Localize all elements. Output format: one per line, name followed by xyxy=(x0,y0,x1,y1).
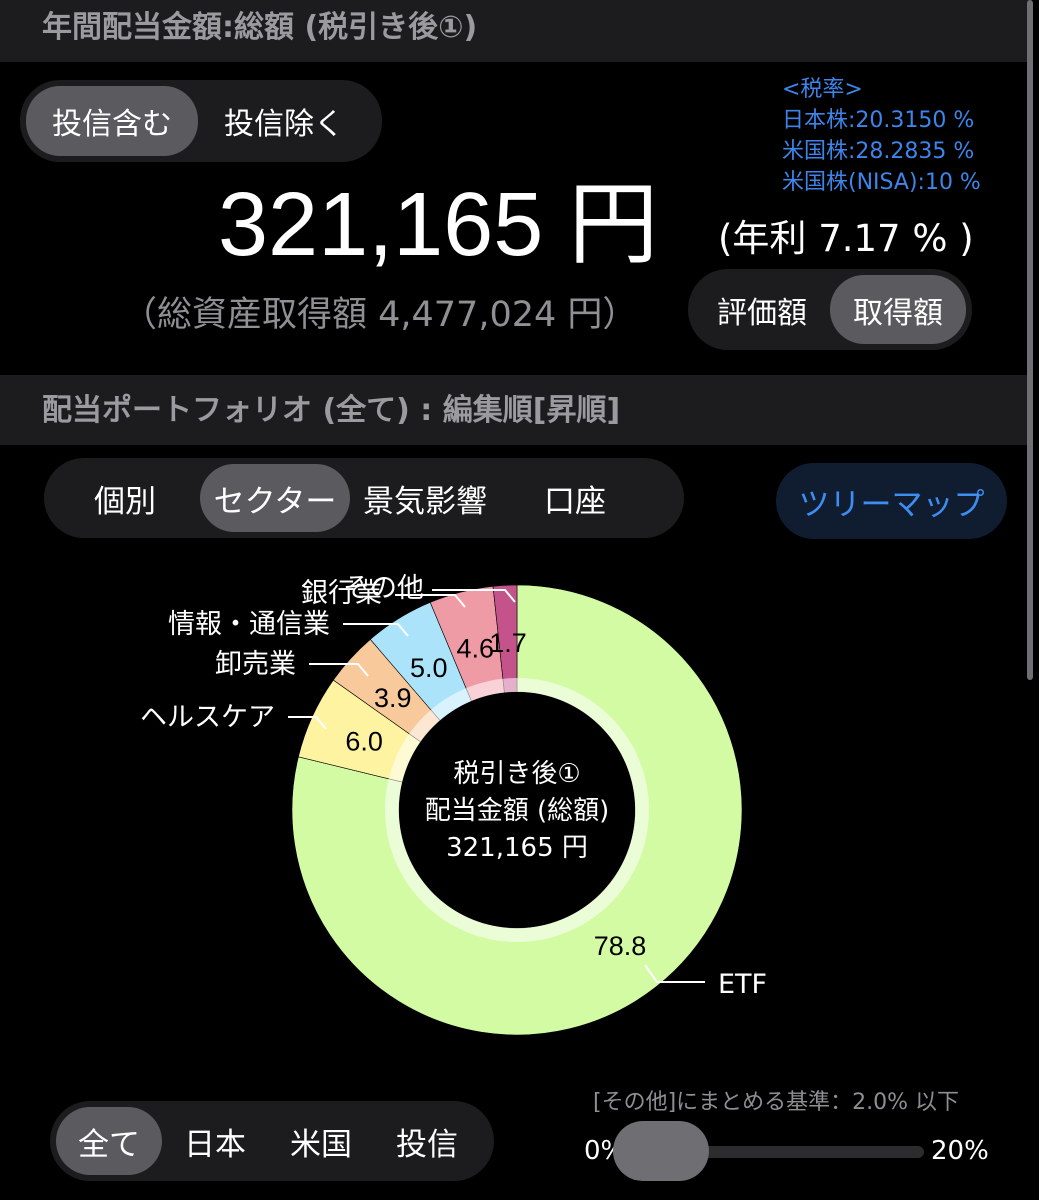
toushin-toggle[interactable]: 投信含む 投信除く xyxy=(20,80,382,162)
slider-max-label: 20% xyxy=(931,1136,989,1166)
slice-category-label-info-comm: 情報・通信業 xyxy=(168,609,330,640)
toggle-market-value[interactable]: 評価額 xyxy=(694,275,830,344)
total-acquisition-cost: （総資産取得額 4,477,024 円） xyxy=(122,295,638,335)
donut-center-line-1: 税引き後① xyxy=(453,759,580,789)
other-threshold-caption: [その他]にまとめる基準：2.0% 以下 xyxy=(593,1090,960,1115)
grouping-tabs[interactable]: 個別 セクター 景気影響 口座 xyxy=(44,458,684,538)
slice-value-label-info-comm: 5.0 xyxy=(410,653,448,683)
tab-toushin[interactable]: 投信 xyxy=(374,1107,480,1175)
threshold-slider-thumb[interactable] xyxy=(613,1121,710,1181)
tab-individual[interactable]: 個別 xyxy=(50,464,200,532)
tax-rate-us: 米国株:28.2835 % xyxy=(782,139,975,164)
slice-category-label-wholesale: 卸売業 xyxy=(215,649,296,680)
tax-rate-heading: <税率> xyxy=(782,77,863,102)
slice-category-label-healthcare: ヘルスケア xyxy=(140,702,275,733)
slice-value-label-healthcare: 6.0 xyxy=(345,726,383,756)
toggle-acquisition-cost[interactable]: 取得額 xyxy=(830,275,966,344)
tax-rate-info: <税率> 日本株:20.3150 % 米国株:28.2835 % 米国株(NIS… xyxy=(782,74,981,198)
slice-category-label-other: その他 xyxy=(343,573,424,604)
tab-us[interactable]: 米国 xyxy=(268,1107,374,1175)
donut-center-line-2: 配当金額 (総額) xyxy=(425,796,610,826)
tab-account[interactable]: 口座 xyxy=(500,464,650,532)
section-header-annual-dividend: 年間配当金額:総額 (税引き後①) xyxy=(0,0,1030,62)
tax-rate-japan: 日本株:20.3150 % xyxy=(782,108,975,133)
slice-value-label-other: 1.7 xyxy=(489,628,527,658)
donut-center-line-3: 321,165 円 xyxy=(446,833,588,863)
section-header-portfolio: 配当ポートフォリオ (全て) : 編集順[昇順] xyxy=(0,375,1030,445)
tab-sector[interactable]: セクター xyxy=(200,464,350,532)
toggle-include-toushin[interactable]: 投信含む xyxy=(26,86,198,156)
slice-value-label-etf: 78.8 xyxy=(594,931,647,961)
tax-rate-us-nisa: 米国株(NISA):10 % xyxy=(782,170,981,195)
slice-value-label-wholesale: 3.9 xyxy=(374,683,412,713)
annual-yield: (年利 7.17 % ) xyxy=(718,217,974,260)
valuation-basis-toggle[interactable]: 評価額 取得額 xyxy=(688,269,972,350)
section-title: 年間配当金額:総額 (税引き後①) xyxy=(42,10,478,45)
scrollbar[interactable] xyxy=(1027,0,1033,680)
portfolio-title: 配当ポートフォリオ (全て) : 編集順[昇順] xyxy=(42,393,621,428)
tab-economic-impact[interactable]: 景気影響 xyxy=(350,464,500,532)
region-tabs[interactable]: 全て 日本 米国 投信 xyxy=(50,1101,494,1181)
slice-category-label-etf: ETF xyxy=(718,969,767,1000)
tab-japan[interactable]: 日本 xyxy=(162,1107,268,1175)
treemap-button[interactable]: ツリーマップ xyxy=(776,463,1007,539)
total-dividend-amount: 321,165 円 xyxy=(218,175,659,275)
sector-donut-chart: 78.86.03.95.04.61.7 ETFヘルスケア卸売業情報・通信業銀行業… xyxy=(140,573,767,1036)
toggle-exclude-toushin[interactable]: 投信除く xyxy=(198,86,370,156)
tab-all[interactable]: 全て xyxy=(56,1107,162,1175)
